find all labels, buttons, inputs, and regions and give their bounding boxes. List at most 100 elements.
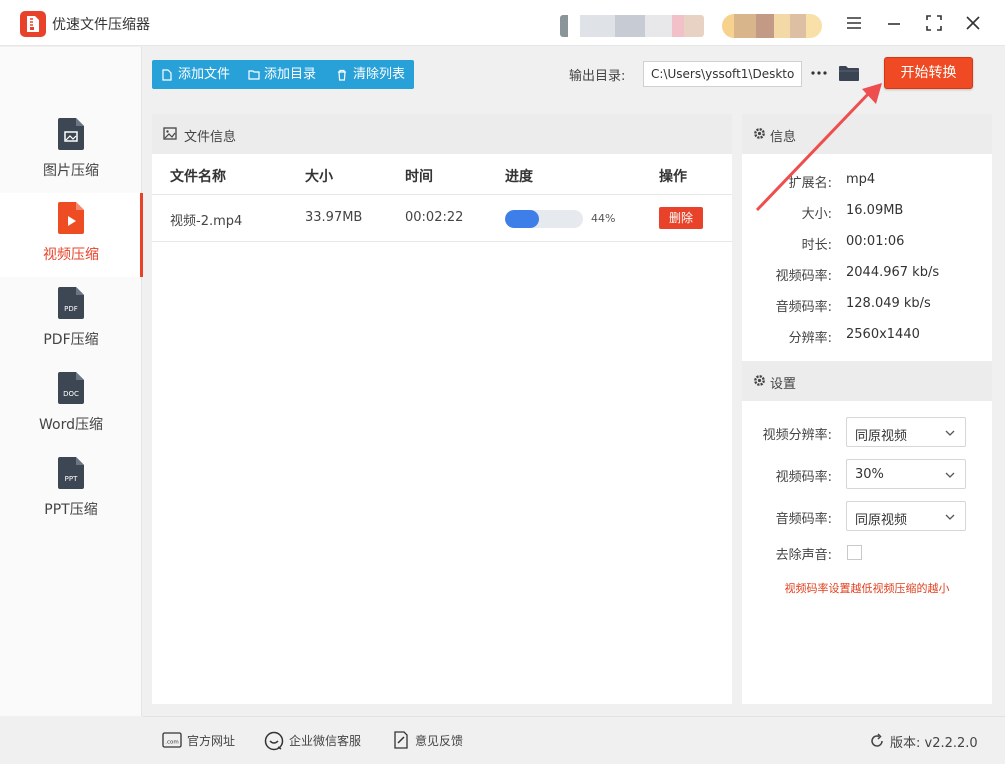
close-button[interactable] xyxy=(959,10,987,36)
gear-icon xyxy=(754,375,765,386)
minimize-button[interactable] xyxy=(880,10,908,36)
official-website-label: 官方网址 xyxy=(187,734,236,748)
info-key-size: 大小: xyxy=(801,207,832,222)
file-panel-title: 文件信息 xyxy=(184,130,237,145)
add-folder-label: 添加目录 xyxy=(264,67,317,82)
blurred-account-info[interactable] xyxy=(560,15,704,37)
file-panel-header: 文件信息 xyxy=(152,114,732,154)
info-panel-header: 信息 xyxy=(742,114,992,154)
remove-audio-checkbox[interactable] xyxy=(847,545,862,560)
clear-list-label: 清除列表 xyxy=(353,67,406,82)
file-name-cell: 视频-2.mp4 xyxy=(170,214,243,229)
customer-service-icon xyxy=(264,731,284,751)
video-bitrate-label: 视频码率: xyxy=(775,470,832,485)
sidebar: 图片压缩 视频压缩 PDF PDF压缩 DOC Word压缩 PPT PPT压缩 xyxy=(0,47,143,716)
file-icon xyxy=(162,69,172,81)
feedback-label: 意见反馈 xyxy=(415,734,464,748)
video-bitrate-select[interactable]: 30% xyxy=(846,459,966,489)
svg-text:.com: .com xyxy=(165,740,179,746)
hamburger-menu-icon xyxy=(847,17,861,29)
column-header-time: 时间 xyxy=(405,169,433,185)
open-folder-button[interactable] xyxy=(838,62,860,84)
add-file-label: 添加文件 xyxy=(178,67,231,82)
progress-bar xyxy=(505,210,583,228)
pdf-badge-text: PDF xyxy=(64,305,78,313)
wechat-support-label: 企业微信客服 xyxy=(289,734,362,748)
output-dir-input[interactable] xyxy=(643,61,802,87)
ppt-badge-text: PPT xyxy=(65,475,78,483)
info-value-extension: mp4 xyxy=(846,172,876,187)
chevron-down-icon xyxy=(945,472,955,478)
file-time-cell: 00:02:22 xyxy=(405,210,464,225)
progress-bar-fill xyxy=(505,210,540,228)
audio-bitrate-label: 音频码率: xyxy=(775,512,832,527)
title-bar: 优速文件压缩器 xyxy=(0,0,1005,46)
sidebar-item-video[interactable]: 视频压缩 xyxy=(0,193,143,277)
gear-icon xyxy=(754,128,765,139)
refresh-icon xyxy=(871,733,883,747)
info-value-size: 16.09MB xyxy=(846,203,904,218)
version-label: 版本: v2.2.2.0 xyxy=(890,736,978,751)
file-size-cell: 33.97MB xyxy=(305,210,363,225)
fullscreen-icon xyxy=(926,15,942,31)
website-icon: .com xyxy=(162,732,182,748)
app-logo-icon xyxy=(20,11,46,37)
doc-file-icon: DOC xyxy=(58,372,84,404)
info-key-duration: 时长: xyxy=(801,238,832,253)
info-panel-title: 信息 xyxy=(770,130,797,145)
table-row[interactable]: 视频-2.mp4 33.97MB 00:02:22 44% 删除 xyxy=(152,194,732,242)
sidebar-item-label: 视频压缩 xyxy=(43,247,99,263)
info-value-resolution: 2560x1440 xyxy=(846,327,920,342)
column-header-progress: 进度 xyxy=(505,169,533,185)
info-key-extension: 扩展名: xyxy=(788,176,832,191)
maximize-button[interactable] xyxy=(920,10,948,36)
image-file-icon xyxy=(58,118,84,150)
footer: .com 官方网址 企业微信客服 意见反馈 版本: v2.2.2.0 xyxy=(143,716,1005,764)
official-website-link[interactable]: .com 官方网址 xyxy=(162,731,257,751)
progress-percent: 44% xyxy=(591,212,616,225)
bitrate-hint-text: 视频码率设置越低视频压缩的越小 xyxy=(784,582,950,595)
menu-button[interactable] xyxy=(840,10,868,36)
sidebar-item-pdf[interactable]: PDF PDF压缩 xyxy=(0,278,142,362)
delete-button[interactable]: 删除 xyxy=(659,207,703,229)
clear-list-button[interactable]: 清除列表 xyxy=(337,60,413,89)
column-header-action: 操作 xyxy=(659,169,687,185)
folder-icon xyxy=(839,66,859,81)
chevron-down-icon xyxy=(945,430,955,436)
settings-panel-header: 设置 xyxy=(742,361,992,401)
start-convert-button[interactable]: 开始转换 xyxy=(884,57,973,89)
sidebar-item-ppt[interactable]: PPT PPT压缩 xyxy=(0,448,142,532)
sidebar-item-label: Word压缩 xyxy=(39,417,103,433)
add-folder-button[interactable]: 添加目录 xyxy=(248,60,330,89)
folder-outline-icon xyxy=(248,70,260,80)
video-resolution-select[interactable]: 同原视频 xyxy=(846,417,966,447)
right-panel: 信息 扩展名: mp4 大小: 16.09MB 时长: 00:01:06 视频码… xyxy=(742,114,992,704)
info-key-audio-bitrate: 音频码率: xyxy=(775,300,832,315)
file-toolbar: 添加文件 添加目录 清除列表 xyxy=(152,60,414,89)
ppt-file-icon: PPT xyxy=(58,457,84,489)
more-dots-icon xyxy=(811,71,827,75)
feedback-link[interactable]: 意见反馈 xyxy=(393,731,473,751)
remove-audio-label: 去除声音: xyxy=(775,548,832,563)
info-value-duration: 00:01:06 xyxy=(846,234,905,249)
minimize-icon xyxy=(888,23,900,25)
blurred-vip-badge[interactable] xyxy=(722,14,822,38)
sidebar-item-word[interactable]: DOC Word压缩 xyxy=(0,363,142,447)
info-value-video-bitrate: 2044.967 kb/s xyxy=(846,265,940,280)
more-options-button[interactable] xyxy=(810,62,828,84)
info-key-resolution: 分辨率: xyxy=(788,331,832,346)
doc-badge-text: DOC xyxy=(63,390,79,398)
audio-bitrate-select[interactable]: 同原视频 xyxy=(846,501,966,531)
feedback-icon xyxy=(394,731,408,749)
audio-bitrate-value: 同原视频 xyxy=(855,513,908,528)
trash-icon xyxy=(338,69,346,81)
output-dir-label: 输出目录: xyxy=(569,69,626,84)
close-icon xyxy=(966,16,980,30)
sidebar-item-label: PDF压缩 xyxy=(43,332,99,348)
wechat-support-link[interactable]: 企业微信客服 xyxy=(264,731,374,751)
sidebar-item-image[interactable]: 图片压缩 xyxy=(0,109,142,193)
add-file-button[interactable]: 添加文件 xyxy=(162,60,244,89)
column-header-size: 大小 xyxy=(305,169,333,185)
video-bitrate-value: 30% xyxy=(855,467,884,482)
video-resolution-label: 视频分辨率: xyxy=(762,428,832,443)
